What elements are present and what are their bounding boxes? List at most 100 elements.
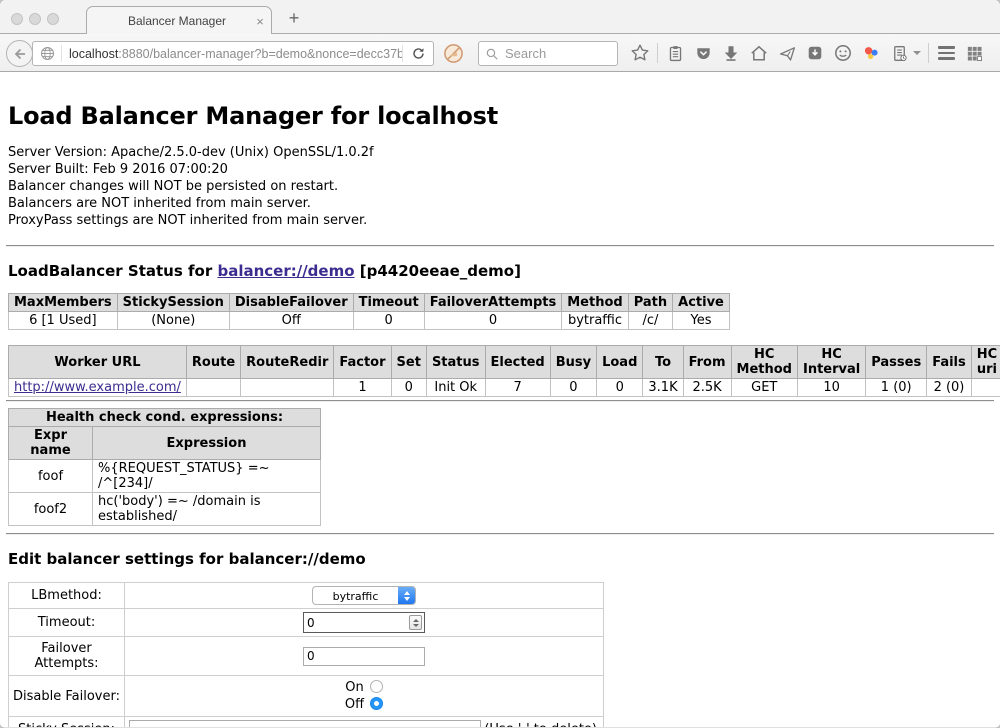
search-icon xyxy=(485,47,499,61)
sticky-session-input[interactable] xyxy=(129,720,481,727)
site-identity-globe-icon[interactable] xyxy=(33,45,62,62)
balancer-status-heading: LoadBalancer Status for balancer://demo … xyxy=(8,262,992,280)
sticky-session-note: (Use '-' to delete) xyxy=(484,722,599,727)
tab-title: Balancer Manager xyxy=(87,14,249,28)
back-button[interactable] xyxy=(6,40,33,67)
edit-settings-heading: Edit balancer settings for balancer://de… xyxy=(8,550,992,568)
health-table-title: Health check cond. expressions: xyxy=(9,409,321,427)
cell-maxmembers: 6 [1 Used] xyxy=(9,312,118,330)
balancer-demo-link[interactable]: balancer://demo xyxy=(217,262,354,280)
chevron-down-icon[interactable] xyxy=(913,51,921,55)
cell-expr-name: foof2 xyxy=(9,493,93,526)
window-zoom-button[interactable] xyxy=(47,13,59,25)
search-input[interactable] xyxy=(499,45,617,62)
col-expression: Expression xyxy=(93,427,321,460)
col-fails: Fails xyxy=(927,346,972,379)
failover-attempts-row: Failover Attempts: xyxy=(9,637,604,676)
disable-failover-on-radio[interactable] xyxy=(370,680,383,693)
disable-failover-row: Disable Failover: On Off xyxy=(9,676,604,717)
col-path: Path xyxy=(628,294,672,312)
search-bar[interactable] xyxy=(478,41,618,66)
menu-hamburger-icon[interactable] xyxy=(932,39,960,67)
cell-load: 0 xyxy=(597,379,643,397)
back-arrow-icon xyxy=(12,46,28,62)
table-row: 6 [1 Used] (None) Off 0 0 bytraffic /c/ … xyxy=(9,312,730,330)
tab-close-icon[interactable]: × xyxy=(249,14,271,29)
server-built-line: Server Built: Feb 9 2016 07:00:20 xyxy=(8,161,992,178)
health-check-table: Health check cond. expressions: Expr nam… xyxy=(8,408,321,526)
cell-expr-name: foof xyxy=(9,460,93,493)
window-close-button[interactable] xyxy=(11,13,23,25)
cell-hc-interval: 10 xyxy=(797,379,865,397)
disable-failover-off-radio[interactable] xyxy=(370,697,383,710)
col-set: Set xyxy=(391,346,426,379)
reading-list-sidebar-icon[interactable] xyxy=(885,39,913,67)
cell-active: Yes xyxy=(673,312,730,330)
save-to-device-icon[interactable] xyxy=(801,39,829,67)
divider xyxy=(6,400,994,402)
number-spinner-icon[interactable] xyxy=(409,615,422,630)
cell-busy: 0 xyxy=(550,379,596,397)
url-text[interactable]: localhost:8880/balancer-manager?b=demo&n… xyxy=(62,47,402,61)
status-heading-suffix: [p4420eeae_demo] xyxy=(355,262,521,280)
divider xyxy=(6,533,994,535)
window-minimize-button[interactable] xyxy=(29,13,41,25)
page-content: Load Balancer Manager for localhost Serv… xyxy=(0,72,1000,727)
col-expr-name: Expr name xyxy=(9,427,93,460)
col-elected: Elected xyxy=(485,346,550,379)
col-load: Load xyxy=(597,346,643,379)
tab-bar: Balancer Manager × + xyxy=(0,0,1000,34)
browser-window: Balancer Manager × + localhost:8880/bala… xyxy=(0,0,1000,728)
sticky-session-label: Sticky Session: xyxy=(9,717,125,728)
lbmethod-label: LBmethod: xyxy=(9,583,125,609)
reload-button[interactable] xyxy=(403,46,433,61)
failover-attempts-input[interactable] xyxy=(303,647,425,666)
timeout-input[interactable] xyxy=(303,612,425,633)
toolbar-divider xyxy=(928,43,929,63)
timeout-row: Timeout: xyxy=(9,609,604,637)
cell-fails: 2 (0) xyxy=(927,379,972,397)
cell-failoverattempts: 0 xyxy=(424,312,562,330)
downloads-icon[interactable] xyxy=(717,39,745,67)
col-hc-interval: HC Interval xyxy=(797,346,865,379)
content-blocked-icon[interactable] xyxy=(443,43,464,64)
bookmark-star-icon[interactable] xyxy=(626,39,654,67)
url-host: localhost xyxy=(69,47,118,61)
cell-set: 0 xyxy=(391,379,426,397)
select-stepper-icon xyxy=(398,586,415,605)
failover-attempts-label: Failover Attempts: xyxy=(9,637,125,676)
cell-timeout: 0 xyxy=(353,312,424,330)
hello-colored-dots-icon[interactable] xyxy=(857,39,885,67)
timeout-label: Timeout: xyxy=(9,609,125,637)
worker-url-link[interactable]: http://www.example.com/ xyxy=(14,380,181,395)
proxypass-note-line: ProxyPass settings are NOT inherited fro… xyxy=(8,212,992,229)
tab-groups-icon[interactable] xyxy=(960,39,988,67)
pocket-icon[interactable] xyxy=(689,39,717,67)
col-routeredir: RouteRedir xyxy=(241,346,334,379)
table-row: http://www.example.com/ 1 0 Init Ok 7 0 … xyxy=(9,379,1000,397)
bookmarks-menu-icon[interactable] xyxy=(661,39,689,67)
home-icon[interactable] xyxy=(745,39,773,67)
status-heading-prefix: LoadBalancer Status for xyxy=(8,262,217,280)
persist-note-line: Balancer changes will NOT be persisted o… xyxy=(8,178,992,195)
lbmethod-select[interactable]: bytraffic xyxy=(312,586,416,605)
col-route: Route xyxy=(186,346,240,379)
col-worker-url: Worker URL xyxy=(9,346,187,379)
cell-factor: 1 xyxy=(334,379,391,397)
url-bar[interactable]: localhost:8880/balancer-manager?b=demo&n… xyxy=(32,41,434,66)
worker-table: Worker URL Route RouteRedir Factor Set S… xyxy=(8,345,1000,397)
cell-hc-uri xyxy=(971,379,1000,397)
cell-routeredir xyxy=(241,379,334,397)
cell-worker-url: http://www.example.com/ xyxy=(9,379,187,397)
tab-balancer-manager[interactable]: Balancer Manager × xyxy=(86,6,272,35)
chat-smiley-icon[interactable] xyxy=(829,39,857,67)
cell-elected: 7 xyxy=(485,379,550,397)
balancer-status-table: MaxMembers StickySession DisableFailover… xyxy=(8,293,730,330)
col-hc-uri: HC uri xyxy=(971,346,1000,379)
cell-path: /c/ xyxy=(628,312,672,330)
new-tab-button[interactable]: + xyxy=(282,8,306,29)
toolbar-divider xyxy=(657,43,658,63)
col-passes: Passes xyxy=(866,346,927,379)
col-maxmembers: MaxMembers xyxy=(9,294,118,312)
send-telemetry-icon[interactable] xyxy=(773,39,801,67)
